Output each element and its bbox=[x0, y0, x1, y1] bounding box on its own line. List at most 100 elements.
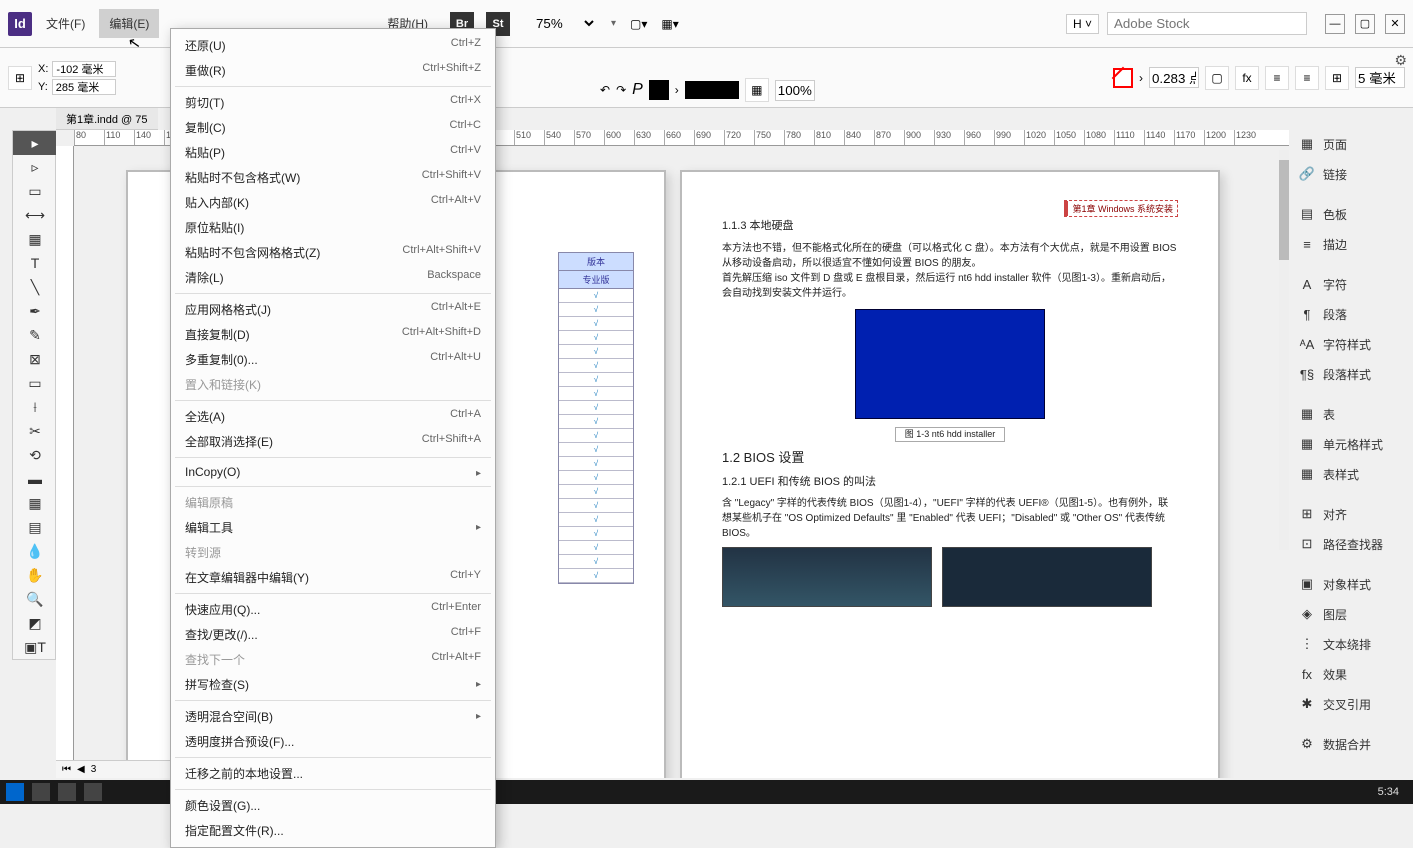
menu-item-p[interactable]: 粘贴(P)Ctrl+V bbox=[171, 140, 495, 165]
taskbar-app-1[interactable] bbox=[32, 783, 50, 801]
menu-item-i[interactable]: 原位粘贴(I) bbox=[171, 215, 495, 240]
panel-字符样式[interactable]: ᴬA字符样式 bbox=[1293, 330, 1409, 358]
gear-icon[interactable]: ⚙ bbox=[1394, 52, 1407, 69]
menu-item-0[interactable]: 多重复制(0)...Ctrl+Alt+U bbox=[171, 347, 495, 372]
menu-item-l[interactable]: 清除(L)Backspace bbox=[171, 265, 495, 290]
panel-数据合并[interactable]: ⚙数据合并 bbox=[1293, 730, 1409, 758]
menu-item-t[interactable]: 剪切(T)Ctrl+X bbox=[171, 90, 495, 115]
maximize-button[interactable]: ▢ bbox=[1355, 14, 1375, 34]
redo-icon[interactable]: ↷ bbox=[616, 83, 626, 97]
frame-tool[interactable]: ⊠ bbox=[13, 347, 57, 371]
view-options-icon[interactable]: ▾ bbox=[611, 18, 616, 29]
vertical-scrollbar[interactable] bbox=[1279, 150, 1289, 550]
fx-icon[interactable]: fx bbox=[1235, 66, 1259, 90]
panel-效果[interactable]: fx效果 bbox=[1293, 660, 1409, 688]
menu-item-q[interactable]: 快速应用(Q)...Ctrl+Enter bbox=[171, 597, 495, 622]
menu-item-z[interactable]: 粘贴时不包含网格格式(Z)Ctrl+Alt+Shift+V bbox=[171, 240, 495, 265]
panel-对齐[interactable]: ⊞对齐 bbox=[1293, 500, 1409, 528]
type-tool[interactable]: T bbox=[13, 251, 57, 275]
page-tool[interactable]: ▭ bbox=[13, 179, 57, 203]
view-mode-toggle[interactable]: ▣T bbox=[13, 635, 57, 659]
start-button[interactable] bbox=[6, 783, 24, 801]
hand-tool[interactable]: ✋ bbox=[13, 563, 57, 587]
stroke-weight-input[interactable] bbox=[1149, 67, 1199, 88]
direct-selection-tool[interactable]: ▹ bbox=[13, 155, 57, 179]
eyedropper-tool[interactable]: 💧 bbox=[13, 539, 57, 563]
menu-item-a[interactable]: 全选(A)Ctrl+A bbox=[171, 404, 495, 429]
menu-item-[interactable]: 查找/更改(/)...Ctrl+F bbox=[171, 622, 495, 647]
prev-page-icon[interactable]: ◀ bbox=[77, 764, 85, 775]
menu-item-y[interactable]: 在文章编辑器中编辑(Y)Ctrl+Y bbox=[171, 565, 495, 590]
taskbar-app-3[interactable] bbox=[84, 783, 102, 801]
menu-item-f[interactable]: 透明度拼合预设(F)... bbox=[171, 729, 495, 754]
panel-图层[interactable]: ◈图层 bbox=[1293, 600, 1409, 628]
panel-链接[interactable]: 🔗链接 bbox=[1293, 160, 1409, 188]
menu-item-k[interactable]: 贴入内部(K)Ctrl+Alt+V bbox=[171, 190, 495, 215]
zoom-select[interactable]: 75% bbox=[526, 13, 597, 34]
panel-描边[interactable]: ≡描边 bbox=[1293, 230, 1409, 258]
menu-item-s[interactable]: 拼写检查(S) bbox=[171, 672, 495, 697]
panel-页面[interactable]: ▦页面 bbox=[1293, 130, 1409, 158]
panel-表[interactable]: ▦表 bbox=[1293, 400, 1409, 428]
note-tool[interactable]: ▤ bbox=[13, 515, 57, 539]
menu-item-b[interactable]: 透明混合空间(B) bbox=[171, 704, 495, 729]
stroke-style-select[interactable] bbox=[685, 81, 739, 99]
scissors-tool[interactable]: ✂ bbox=[13, 419, 57, 443]
gradient-tool[interactable]: ▬ bbox=[13, 467, 57, 491]
gradient-feather-tool[interactable]: ▦ bbox=[13, 491, 57, 515]
menu-item-r[interactable]: 指定配置文件(R)... bbox=[171, 818, 495, 843]
align-right-icon[interactable]: ≡ bbox=[1295, 66, 1319, 90]
panel-单元格样式[interactable]: ▦单元格样式 bbox=[1293, 430, 1409, 458]
arrange-icon[interactable]: ▦▾ bbox=[661, 17, 678, 31]
zoom-tool[interactable]: 🔍 bbox=[13, 587, 57, 611]
transform-tool[interactable]: ⟲ bbox=[13, 443, 57, 467]
panel-色板[interactable]: ▤色板 bbox=[1293, 200, 1409, 228]
screen-mode-icon[interactable]: ▢▾ bbox=[630, 17, 647, 31]
corner-icon[interactable]: ▢ bbox=[1205, 66, 1229, 90]
panel-对象样式[interactable]: ▣对象样式 bbox=[1293, 570, 1409, 598]
line-tool[interactable]: ╲ bbox=[13, 275, 57, 299]
menu-item-d[interactable]: 直接复制(D)Ctrl+Alt+Shift+D bbox=[171, 322, 495, 347]
pen-tool[interactable]: ✒ bbox=[13, 299, 57, 323]
panel-路径查找器[interactable]: ⊡路径查找器 bbox=[1293, 530, 1409, 558]
panel-文本绕排[interactable]: ⋮文本绕排 bbox=[1293, 630, 1409, 658]
search-input[interactable] bbox=[1107, 12, 1307, 35]
taskbar-app-2[interactable] bbox=[58, 783, 76, 801]
selection-tool[interactable]: ▸ bbox=[13, 131, 57, 155]
workspace-select[interactable]: H ˅ bbox=[1066, 14, 1099, 34]
y-input[interactable] bbox=[52, 79, 116, 95]
stroke-color-swatch[interactable] bbox=[649, 80, 669, 100]
menu-item-u[interactable]: 还原(U)Ctrl+Z bbox=[171, 33, 495, 58]
align-left-icon[interactable]: ≡ bbox=[1265, 66, 1289, 90]
close-button[interactable]: ✕ bbox=[1385, 14, 1405, 34]
rectangle-tool[interactable]: ▭ bbox=[13, 371, 57, 395]
gap-tool[interactable]: ⟷ bbox=[13, 203, 57, 227]
panel-段落样式[interactable]: ¶§段落样式 bbox=[1293, 360, 1409, 388]
first-page-icon[interactable]: ⏮ bbox=[62, 764, 71, 775]
panel-字符[interactable]: A字符 bbox=[1293, 270, 1409, 298]
menu-item-r[interactable]: 重做(R)Ctrl+Shift+Z bbox=[171, 58, 495, 83]
ruler-tool[interactable]: ⟊ bbox=[13, 395, 57, 419]
document-tab[interactable]: 第1章.indd @ 75 bbox=[56, 108, 158, 130]
menu-item-w[interactable]: 粘贴时不包含格式(W)Ctrl+Shift+V bbox=[171, 165, 495, 190]
x-input[interactable] bbox=[52, 61, 116, 77]
fill-arrow-icon[interactable]: › bbox=[1139, 71, 1143, 85]
menu-item-[interactable]: 编辑工具 bbox=[171, 515, 495, 540]
undo-icon[interactable]: ↶ bbox=[600, 83, 610, 97]
menu-item-e[interactable]: 全部取消选择(E)Ctrl+Shift+A bbox=[171, 429, 495, 454]
menu-item-[interactable]: 迁移之前的本地设置... bbox=[171, 761, 495, 786]
menu-file[interactable]: 文件(F) bbox=[36, 9, 95, 38]
menu-edit[interactable]: 编辑(E) bbox=[99, 9, 159, 38]
opacity-input[interactable] bbox=[775, 80, 815, 101]
menu-item-j[interactable]: 应用网格格式(J)Ctrl+Alt+E bbox=[171, 297, 495, 322]
paragraph-icon[interactable]: P bbox=[632, 81, 643, 99]
panel-段落[interactable]: ¶段落 bbox=[1293, 300, 1409, 328]
grid-icon[interactable]: ⊞ bbox=[1325, 66, 1349, 90]
menu-item-g[interactable]: 颜色设置(G)... bbox=[171, 793, 495, 818]
reference-point-icon[interactable]: ⊞ bbox=[8, 66, 32, 90]
stroke-arrow-icon[interactable]: › bbox=[675, 83, 679, 97]
opacity-icon[interactable]: ▦ bbox=[745, 78, 769, 102]
pencil-tool[interactable]: ✎ bbox=[13, 323, 57, 347]
fill-swatch[interactable] bbox=[1113, 68, 1133, 88]
minimize-button[interactable]: — bbox=[1325, 14, 1345, 34]
